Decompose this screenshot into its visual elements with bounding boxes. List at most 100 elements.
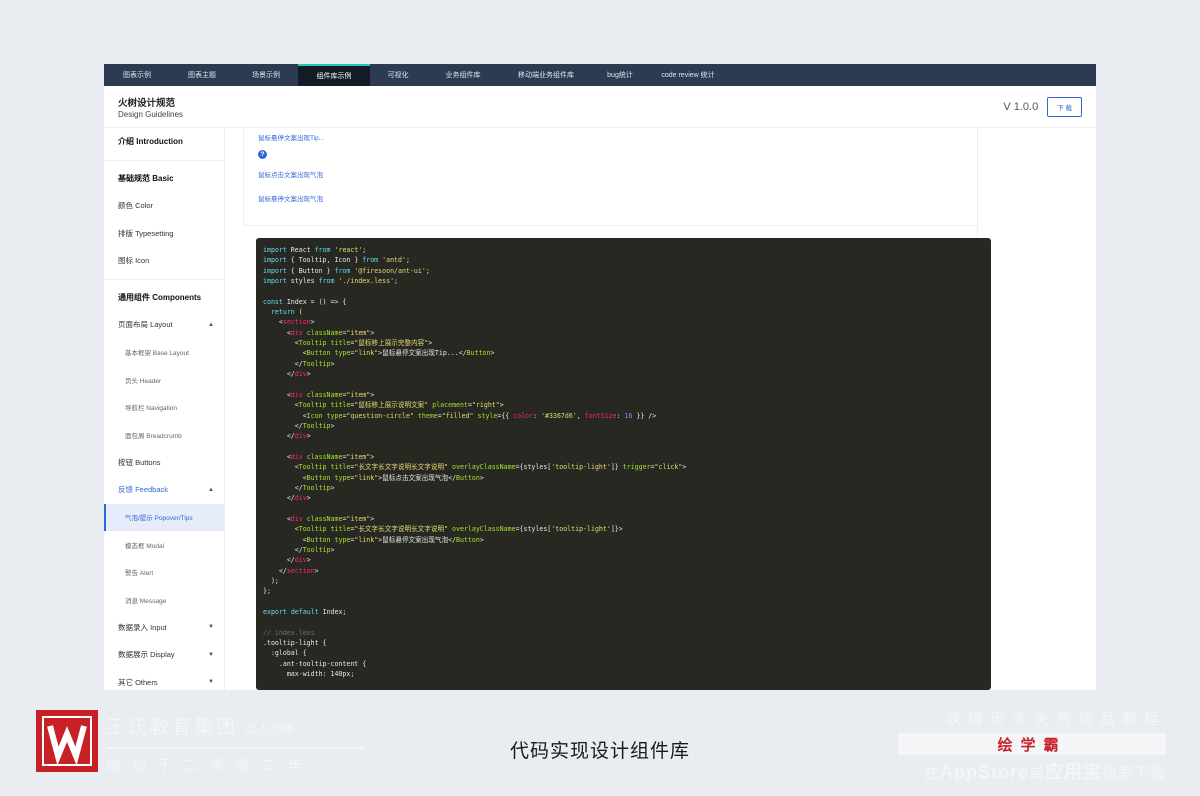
chevron-up-icon: ▲ bbox=[208, 321, 214, 328]
sidebar-item-base-layout[interactable]: 基本框架 Base Layout bbox=[104, 339, 224, 367]
sidebar-item-color[interactable]: 颜色 Color bbox=[104, 192, 224, 220]
code-line: </Tooltip> bbox=[263, 359, 335, 368]
code-line: export default Index; bbox=[263, 608, 347, 617]
sidebar-item-label: 反馈 Feedback bbox=[118, 485, 169, 495]
code-line: <Tooltip title="长文字长文字说明长文字说明" overlayCl… bbox=[263, 463, 687, 472]
sidebar-item-modal[interactable]: 模态框 Modal bbox=[104, 531, 224, 559]
code-line: </div> bbox=[263, 494, 311, 503]
company-name: 王氏教育集团 bbox=[106, 717, 239, 738]
top-navigation: 图表示例 图表主题 场景示例 组件库示例 可视化 业务组件库 移动端业务组件库 … bbox=[104, 64, 1096, 86]
code-line: </Tooltip> bbox=[263, 545, 335, 554]
sidebar-item-message[interactable]: 消息 Message bbox=[104, 586, 224, 614]
sidebar-item-label: 面包屑 Breadcrumb bbox=[125, 432, 182, 440]
sidebar-item-introduction[interactable]: 介绍 Introduction bbox=[104, 128, 224, 156]
brand[interactable]: 火树设计规范 Design Guidelines bbox=[118, 95, 183, 119]
tab-mobile-business-components[interactable]: 移动端业务组件库 bbox=[500, 64, 592, 86]
demo-panel: 鼠标悬停文案出现Tip... ? 鼠标点击文案出现气泡 鼠标悬停文案出现气泡 bbox=[243, 128, 978, 226]
tab-bug-stats[interactable]: bug统计 bbox=[592, 64, 648, 86]
tab-chart-examples[interactable]: 图表示例 bbox=[104, 64, 170, 86]
sidebar-item-buttons[interactable]: 按钮 Buttons bbox=[104, 449, 224, 477]
sidebar-item-popover-tips[interactable]: 气泡/提示 Popover/Tips bbox=[104, 503, 224, 531]
code-line: </Tooltip> bbox=[263, 483, 335, 492]
code-line: <Tooltip title="鼠标移上展示说明文案" placement="r… bbox=[263, 401, 504, 410]
code-line: import styles from './index.less'; bbox=[263, 277, 399, 286]
sidebar: 介绍 Introduction 基础规范 Basic 颜色 Color 排版 T… bbox=[104, 128, 225, 690]
code-line: :global { bbox=[263, 649, 307, 658]
sidebar-item-header[interactable]: 页头 Header bbox=[104, 366, 224, 394]
sidebar-item-label: 警告 Alert bbox=[125, 570, 154, 578]
brand-title: 火树设计规范 bbox=[118, 97, 176, 109]
code-line: ); bbox=[263, 577, 279, 585]
sidebar-item-breadcrumb[interactable]: 面包屑 Breadcrumb bbox=[104, 421, 224, 449]
sidebar-item-layout[interactable]: 页面布局 Layout ▲ bbox=[104, 311, 224, 339]
hover-tip-link[interactable]: 鼠标悬停文案出现Tip... bbox=[258, 132, 978, 142]
sidebar-item-label: 通用组件 Components bbox=[118, 292, 202, 302]
tab-chart-theme[interactable]: 图表主题 bbox=[170, 64, 234, 86]
app-window: 图表示例 图表主题 场景示例 组件库示例 可视化 业务组件库 移动端业务组件库 … bbox=[104, 64, 1096, 690]
tab-scene-examples[interactable]: 场景示例 bbox=[234, 64, 298, 86]
code-line: const Index = () => { bbox=[263, 297, 347, 306]
tab-visualization[interactable]: 可视化 bbox=[370, 64, 426, 86]
sidebar-item-input[interactable]: 数据录入 Input ▼ bbox=[104, 614, 224, 642]
code-line: import React from 'react'; bbox=[263, 246, 367, 254]
sidebar-item-icon[interactable]: 图标 Icon bbox=[104, 247, 224, 275]
right-column bbox=[978, 128, 1096, 690]
code-line: <div className="item"> bbox=[263, 328, 375, 337]
sidebar-item-label: 模态框 Modal bbox=[125, 542, 165, 550]
code-block[interactable]: import React from 'react'; import { Toolt… bbox=[256, 238, 991, 690]
sidebar-item-label: 其它 Others bbox=[118, 677, 158, 687]
sidebar-item-label: 气泡/提示 Popover/Tips bbox=[125, 515, 193, 523]
code-line: <div className="item"> bbox=[263, 452, 375, 461]
hover-popover-link[interactable]: 鼠标悬停文案出现气泡 bbox=[258, 193, 978, 203]
code-line: max-width: 140px; bbox=[263, 670, 355, 679]
chevron-down-icon: ▼ bbox=[208, 679, 214, 686]
promo-text: 在 bbox=[923, 765, 940, 782]
promo-text: 或 bbox=[1028, 765, 1045, 782]
code-line: .tooltip-light { bbox=[263, 639, 327, 648]
tab-code-review-stats[interactable]: code review 统计 bbox=[648, 64, 728, 86]
code-line: <div className="item"> bbox=[263, 514, 375, 523]
page-header: 火树设计规范 Design Guidelines V 1.0.0 下 载 bbox=[104, 86, 1096, 128]
sidebar-item-label: 导航栏 Navigation bbox=[125, 405, 178, 413]
promo-yyb: 应用宝 bbox=[1044, 762, 1102, 782]
sidebar-item-feedback[interactable]: 反馈 Feedback ▲ bbox=[104, 476, 224, 504]
code-line: <Tooltip title="鼠标移上展示完整内容"> bbox=[263, 339, 433, 348]
code-line: import { Button } from '@firesoon/ant-ui… bbox=[263, 266, 430, 275]
sidebar-item-label: 消息 Message bbox=[125, 597, 167, 605]
code-line: <div className="item"> bbox=[263, 390, 375, 399]
code-line: .ant-tooltip-content { bbox=[263, 659, 367, 668]
sidebar-item-label: 介绍 Introduction bbox=[118, 137, 183, 147]
brand-subtitle: Design Guidelines bbox=[118, 109, 183, 119]
sidebar-item-display[interactable]: 数据展示 Display ▼ bbox=[104, 641, 224, 669]
promo-bottom: 在AppStore或应用宝搜索下载 bbox=[898, 758, 1166, 784]
click-popover-link[interactable]: 鼠标点击文案出现气泡 bbox=[258, 169, 978, 179]
question-circle-icon[interactable]: ? bbox=[258, 150, 267, 159]
company-slogan: 以人为本 bbox=[244, 722, 297, 736]
tab-component-library[interactable]: 组件库示例 bbox=[298, 64, 370, 86]
sidebar-item-label: 颜色 Color bbox=[118, 201, 154, 211]
code-line: import { Tooltip, Icon } from 'antd'; bbox=[263, 256, 410, 265]
sidebar-item-navigation[interactable]: 导航栏 Navigation bbox=[104, 394, 224, 422]
brand-badge: 绘学霸 bbox=[898, 733, 1166, 755]
sidebar-item-label: 基本框架 Base Layout bbox=[125, 350, 189, 358]
version-label: V 1.0.0 bbox=[1003, 100, 1039, 113]
sidebar-item-label: 数据展示 Display bbox=[118, 650, 175, 660]
sidebar-item-alert[interactable]: 警告 Alert bbox=[104, 559, 224, 587]
main-content: 鼠标悬停文案出现Tip... ? 鼠标点击文案出现气泡 鼠标悬停文案出现气泡 i… bbox=[225, 128, 991, 690]
code-line: return ( bbox=[270, 308, 303, 317]
sidebar-item-label: 页头 Header bbox=[125, 377, 162, 385]
download-button[interactable]: 下 载 bbox=[1047, 96, 1082, 117]
tab-business-components[interactable]: 业务组件库 bbox=[426, 64, 500, 86]
code-line: // index.less bbox=[263, 628, 315, 637]
promo-top: 获得更多免费精品教程 bbox=[945, 711, 1166, 728]
code-line: <Button type="link">鼠标点击文案出现气泡</Button> bbox=[263, 473, 484, 482]
code-line: </div> bbox=[263, 432, 311, 441]
sidebar-item-typesetting[interactable]: 排版 Typesetting bbox=[104, 220, 224, 248]
sidebar-item-others[interactable]: 其它 Others ▼ bbox=[104, 669, 224, 691]
code-line: </div> bbox=[263, 556, 311, 565]
footer: 王氏教育集团 以人为本 始创于二零零二年 代码实现设计组件库 获得更多免费精品教程… bbox=[0, 690, 1200, 796]
